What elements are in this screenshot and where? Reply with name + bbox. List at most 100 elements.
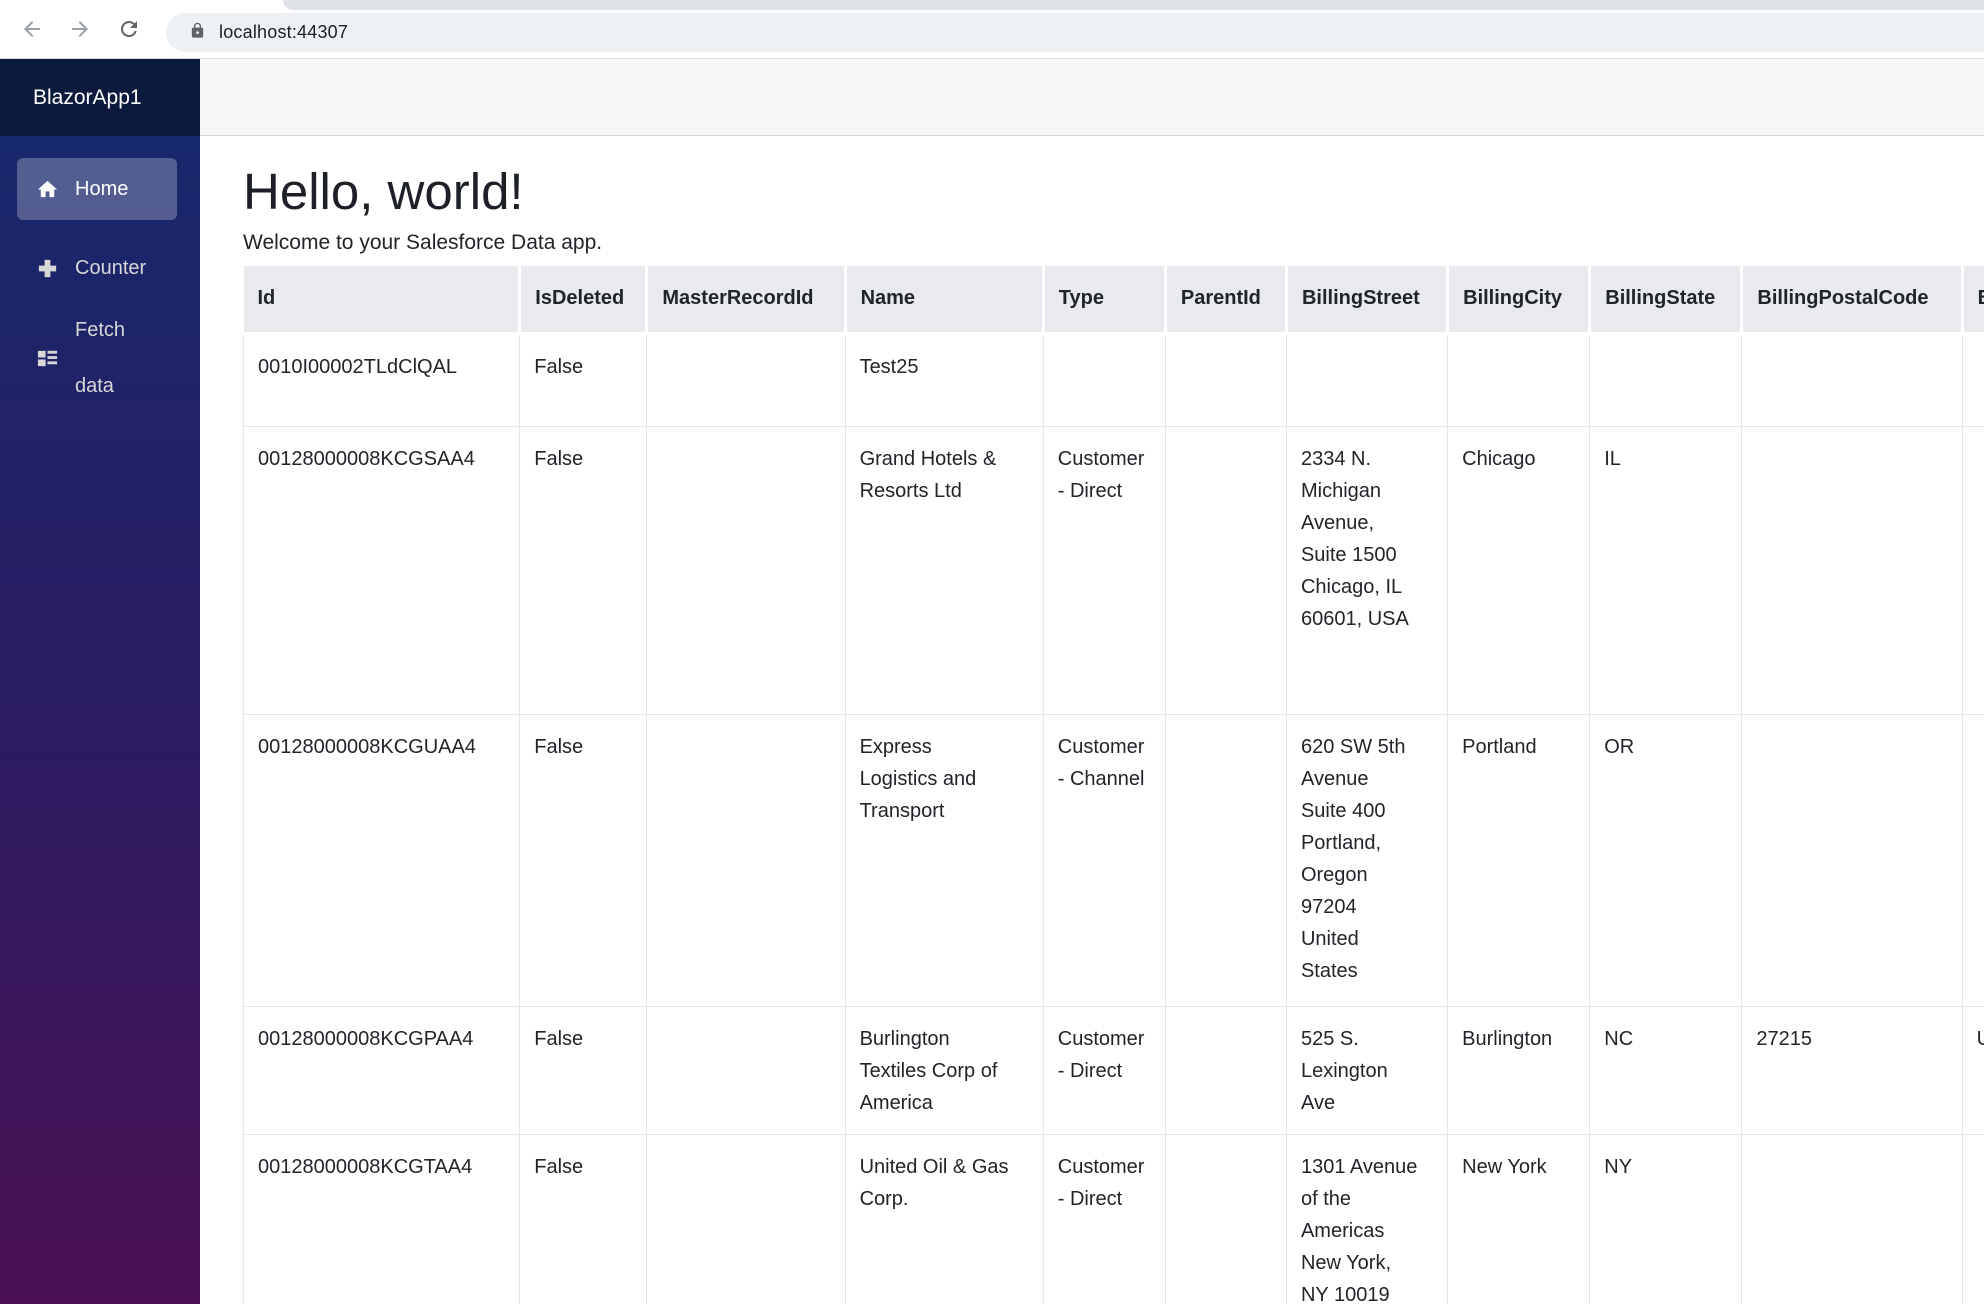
plus-icon: [35, 256, 59, 280]
cell: [647, 426, 845, 714]
cell: [1742, 333, 1962, 426]
cell: NY: [1590, 1134, 1742, 1304]
column-header: Name: [845, 266, 1043, 333]
cell: U: [1962, 1006, 1984, 1134]
cell: Burlington Textiles Corp of America: [845, 1006, 1043, 1134]
column-header: ParentId: [1165, 266, 1286, 333]
cell: 00128000008KCGSAA4: [244, 426, 520, 714]
list-icon: [35, 346, 59, 370]
column-header: Id: [244, 266, 520, 333]
cell: [1962, 426, 1984, 714]
cell: 27215: [1742, 1006, 1962, 1134]
cell: Chicago: [1448, 426, 1590, 714]
reload-icon: [117, 17, 141, 44]
cell: Burlington: [1448, 1006, 1590, 1134]
sidebar-item-label: Counter: [75, 257, 146, 280]
cell: Express Logistics and Transport: [845, 714, 1043, 1006]
table-row: 0010I00002TLdClQALFalse Test25: [244, 333, 1984, 426]
cell: Customer - Channel: [1043, 714, 1165, 1006]
sidebar-item-home[interactable]: Home: [17, 158, 177, 220]
column-header: BillingState: [1590, 266, 1742, 333]
cell: 00128000008KCGPAA4: [244, 1006, 520, 1134]
sidebar: Home Counter Fetch data: [0, 136, 200, 1304]
cell: OR: [1590, 714, 1742, 1006]
cell: [647, 1006, 845, 1134]
table-body: 0010I00002TLdClQALFalseTest2500128000008…: [244, 333, 1984, 1304]
cell: [1165, 426, 1286, 714]
cell: False: [520, 1134, 647, 1304]
address-bar[interactable]: localhost:44307: [166, 13, 1984, 52]
cell: [1165, 1006, 1286, 1134]
cell: [1043, 333, 1165, 426]
table-row: 00128000008KCGUAA4False Express Logistics…: [244, 714, 1984, 1006]
sidebar-item-label: Home: [75, 178, 128, 201]
cell: [1962, 1134, 1984, 1304]
column-header: B: [1962, 266, 1984, 333]
app-brand[interactable]: BlazorApp1: [0, 59, 200, 136]
forward-arrow-icon: [68, 17, 92, 44]
browser-reload-button[interactable]: [115, 16, 143, 44]
lock-icon[interactable]: [166, 22, 206, 44]
cell: 2334 N. Michigan Avenue, Suite 1500 Chic…: [1286, 426, 1447, 714]
cell: 0010I00002TLdClQAL: [244, 333, 520, 426]
browser-toolbar: localhost:44307: [0, 0, 1984, 59]
cell: [1742, 426, 1962, 714]
url-text: localhost:44307: [219, 22, 348, 43]
cell: [1448, 333, 1590, 426]
column-header: MasterRecordId: [647, 266, 845, 333]
cell: 1301 Avenue of the Americas New York, NY…: [1286, 1134, 1447, 1304]
main-content: Hello, world! Welcome to your Salesforce…: [200, 136, 1984, 1304]
browser-forward-button[interactable]: [66, 16, 94, 44]
cell: IL: [1590, 426, 1742, 714]
tab-strip[interactable]: [283, 0, 1984, 10]
cell: False: [520, 333, 647, 426]
cell: 525 S. Lexington Ave: [1286, 1006, 1447, 1134]
cell: [1962, 333, 1984, 426]
table-header-row: IdIsDeletedMasterRecordIdNameTypeParentI…: [244, 266, 1984, 333]
table-row: 00128000008KCGTAA4False United Oil & Gas …: [244, 1134, 1984, 1304]
cell: 620 SW 5th Avenue Suite 400 Portland, Or…: [1286, 714, 1447, 1006]
table-row: 00128000008KCGPAA4False Burlington Textil…: [244, 1006, 1984, 1134]
cell: Customer - Direct: [1043, 1006, 1165, 1134]
cell: Customer - Direct: [1043, 426, 1165, 714]
cell: [1286, 333, 1447, 426]
cell: [1165, 1134, 1286, 1304]
cell: Customer - Direct: [1043, 1134, 1165, 1304]
home-icon: [35, 177, 59, 201]
cell: 00128000008KCGUAA4: [244, 714, 520, 1006]
browser-back-button[interactable]: [18, 16, 46, 44]
cell: [647, 333, 845, 426]
cell: False: [520, 426, 647, 714]
cell: [1165, 333, 1286, 426]
table-row: 00128000008KCGSAA4False Grand Hotels & Re…: [244, 426, 1984, 714]
cell: Grand Hotels & Resorts Ltd: [845, 426, 1043, 714]
sidebar-item-label: Fetch data: [75, 302, 149, 414]
sidebar-item-counter[interactable]: Counter: [17, 238, 177, 298]
cell: False: [520, 714, 647, 1006]
sidebar-item-fetch-data[interactable]: Fetch data: [17, 308, 177, 408]
cell: 00128000008KCGTAA4: [244, 1134, 520, 1304]
cell: Portland: [1448, 714, 1590, 1006]
cell: New York: [1448, 1134, 1590, 1304]
column-header: IsDeleted: [520, 266, 647, 333]
back-arrow-icon: [20, 17, 44, 44]
column-header: BillingStreet: [1286, 266, 1447, 333]
cell: [1962, 714, 1984, 1006]
main-top-row: [200, 59, 1984, 136]
accounts-table: IdIsDeletedMasterRecordIdNameTypeParentI…: [243, 266, 1984, 1304]
cell: NC: [1590, 1006, 1742, 1134]
welcome-text: Welcome to your Salesforce Data app.: [243, 231, 1984, 255]
cell: False: [520, 1006, 647, 1134]
cell: [1742, 714, 1962, 1006]
cell: [1742, 1134, 1962, 1304]
page-title: Hello, world!: [243, 162, 1984, 221]
cell: Test25: [845, 333, 1043, 426]
cell: [647, 1134, 845, 1304]
column-header: Type: [1043, 266, 1165, 333]
column-header: BillingCity: [1448, 266, 1590, 333]
column-header: BillingPostalCode: [1742, 266, 1962, 333]
cell: [1165, 714, 1286, 1006]
cell: [647, 714, 845, 1006]
cell: [1590, 333, 1742, 426]
cell: United Oil & Gas Corp.: [845, 1134, 1043, 1304]
